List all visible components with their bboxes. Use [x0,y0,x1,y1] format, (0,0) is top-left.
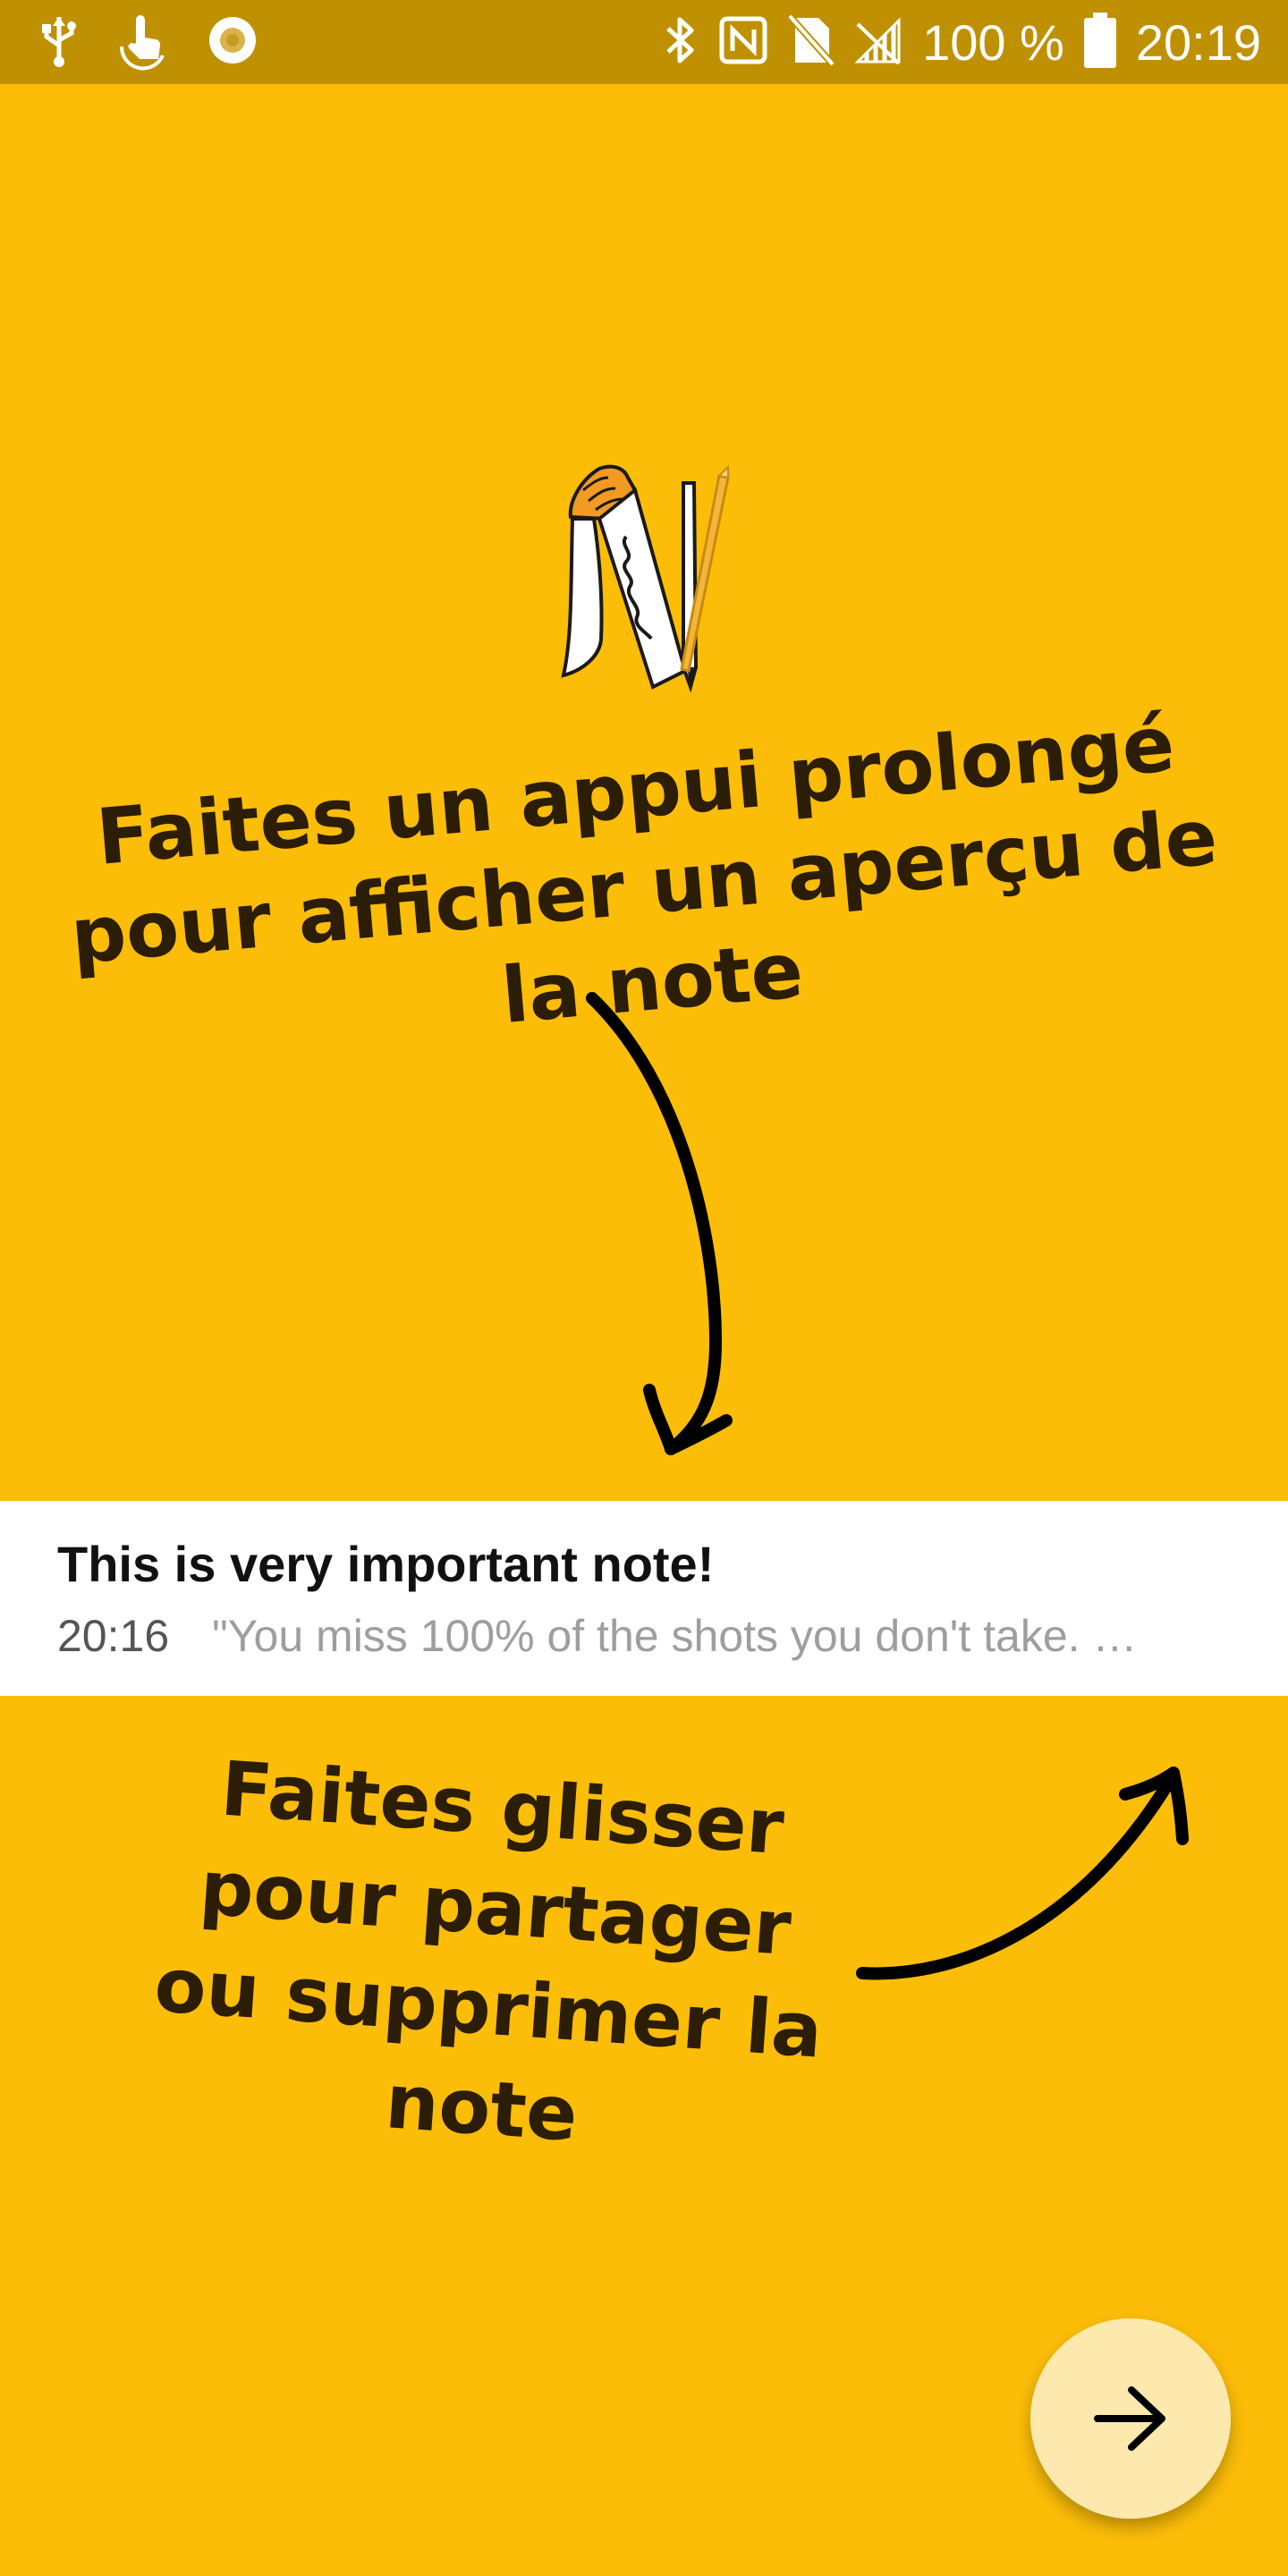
app-logo [537,447,751,698]
status-bar: 100 % 20:19 [0,0,1288,84]
no-sim-icon [787,13,836,71]
battery-icon [1083,12,1116,72]
status-right-icons: 100 % 20:19 [663,12,1261,72]
arrow-up-right-icon [856,1767,1189,1980]
record-icon [206,13,259,72]
nfc-icon [718,15,768,70]
app-logo-icon [561,464,730,693]
arrow-down-icon [586,992,733,1455]
next-button[interactable] [1030,2318,1231,2519]
note-time: 20:16 [57,1611,170,1661]
bluetooth-icon [663,14,699,71]
swipe-hint: Faites glisser pour partager ou supprime… [151,1744,826,2158]
note-snippet: "You miss 100% of the shots you don't ta… [212,1611,1138,1661]
usb-icon [39,13,79,72]
note-list-item[interactable]: This is very important note! 20:16 "You … [0,1501,1288,1696]
status-time: 20:19 [1135,13,1261,71]
note-meta: 20:16 "You miss 100% of the shots you do… [57,1610,1247,1662]
battery-percentage: 100 % [922,13,1064,71]
note-title: This is very important note! [57,1536,715,1592]
touch-gesture-icon [114,13,170,72]
signal-icon [854,15,902,70]
arrow-right-icon [1094,2386,1165,2451]
status-left-icons [39,13,259,72]
